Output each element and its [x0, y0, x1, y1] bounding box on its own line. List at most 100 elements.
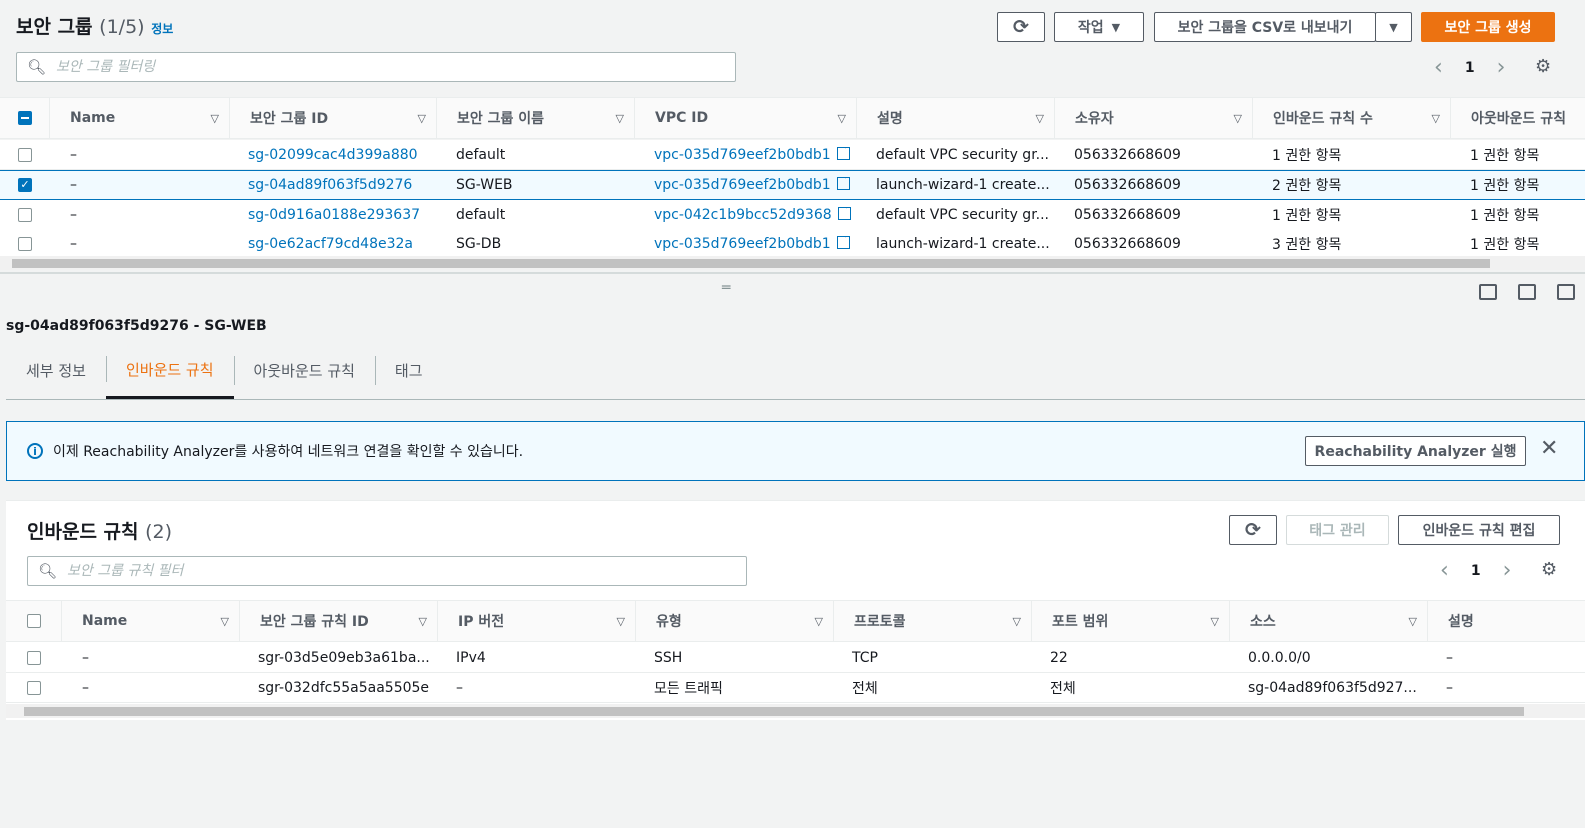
- search-input[interactable]: [56, 59, 694, 75]
- table-row[interactable]: – sg-02099cac4d399a880 default vpc-035d7…: [0, 140, 1585, 170]
- refresh-button[interactable]: ⟳: [997, 12, 1045, 42]
- settings-gear-icon[interactable]: ⚙: [1535, 56, 1551, 77]
- cell-sg-id-link[interactable]: sg-0d916a0188e293637: [228, 207, 436, 223]
- table-row[interactable]: – sg-0d916a0188e293637 default vpc-042c1…: [0, 200, 1585, 230]
- cell-name: –: [82, 679, 89, 696]
- cell-vpc-link[interactable]: vpc-035d769eef2b0bdb1: [634, 235, 856, 252]
- close-icon[interactable]: ✕: [1540, 436, 1558, 461]
- sg-table-horizontal-scrollbar[interactable]: [0, 256, 1585, 270]
- row-checkbox[interactable]: [27, 650, 41, 665]
- col-label: Name: [70, 110, 116, 126]
- row-select-cell: [0, 207, 50, 222]
- tab-details[interactable]: 세부 정보: [6, 342, 106, 399]
- scrollbar-thumb[interactable]: [24, 707, 1524, 716]
- table-row[interactable]: – sgr-03d5e09eb3a61ba... IPv4 SSH TCP 22…: [6, 643, 1585, 673]
- create-security-group-button[interactable]: 보안 그룹 생성: [1421, 12, 1555, 42]
- cell-type: SSH: [654, 649, 683, 666]
- col-port-range[interactable]: 포트 범위 ▽: [1032, 601, 1230, 641]
- reachability-analyzer-button[interactable]: Reachability Analyzer 실행: [1305, 436, 1526, 466]
- sort-icon: ▽: [417, 111, 426, 125]
- external-link-icon: [836, 235, 852, 249]
- export-csv-button[interactable]: 보안 그룹을 CSV로 내보내기: [1154, 12, 1376, 42]
- col-ip-version[interactable]: IP 버전 ▽: [438, 601, 636, 641]
- row-checkbox[interactable]: [18, 236, 32, 251]
- col-rule-id[interactable]: 보안 그룹 규칙 ID ▽: [240, 601, 438, 641]
- cell-port-range: 전체: [1050, 680, 1076, 697]
- settings-gear-icon[interactable]: ⚙: [1541, 559, 1557, 580]
- cell-sg-id-link[interactable]: sg-0e62acf79cd48e32a: [228, 236, 436, 252]
- page-title-text: 보안 그룹: [16, 16, 93, 38]
- col-name[interactable]: Name ▽: [50, 98, 230, 138]
- cell-sg-id-link[interactable]: sg-04ad89f063f5d9276: [228, 177, 436, 193]
- manage-tags-button[interactable]: 태그 관리: [1286, 515, 1389, 545]
- select-all-checkbox[interactable]: [26, 614, 41, 628]
- prev-page-icon[interactable]: ‹: [1440, 558, 1449, 583]
- panel-hide-icon[interactable]: [1557, 284, 1575, 300]
- col-inbound-count[interactable]: 인바운드 규칙 수 ▽: [1253, 98, 1451, 138]
- edit-inbound-rules-button[interactable]: 인바운드 규칙 편집: [1398, 515, 1560, 545]
- cell-outbound: 1 권한 항목: [1470, 207, 1540, 224]
- row-checkbox[interactable]: [18, 147, 32, 162]
- col-type[interactable]: 유형 ▽: [636, 601, 834, 641]
- table-row[interactable]: – sgr-032dfc55a5aa5505e – 모든 트래픽 전체 전체 s…: [6, 673, 1585, 703]
- select-all-checkbox[interactable]: [17, 111, 32, 125]
- next-page-icon[interactable]: ›: [1503, 558, 1512, 583]
- vpc-id-text: vpc-035d769eef2b0bdb1: [654, 177, 831, 193]
- col-protocol[interactable]: 프로토콜 ▽: [834, 601, 1032, 641]
- col-description[interactable]: 설명 ▽: [857, 98, 1055, 138]
- col-label: Name: [82, 613, 128, 629]
- prev-page-icon[interactable]: ‹: [1434, 55, 1443, 80]
- alert-message: 이제 Reachability Analyzer를 사용하여 네트워크 연결을 …: [53, 444, 524, 460]
- cell-name: –: [82, 649, 89, 666]
- col-outbound-count[interactable]: 아웃바운드 규칙: [1451, 98, 1585, 138]
- rules-search[interactable]: 🔍︎: [27, 556, 747, 586]
- row-checkbox[interactable]: [27, 680, 41, 695]
- resize-handle-icon[interactable]: ═: [722, 280, 730, 296]
- security-group-search[interactable]: 🔍︎: [16, 52, 736, 82]
- cell-vpc-link[interactable]: vpc-035d769eef2b0bdb1: [634, 146, 856, 163]
- export-dropdown-button[interactable]: ▼: [1375, 12, 1412, 42]
- row-checkbox[interactable]: [18, 207, 32, 222]
- cell-sg-name: SG-DB: [456, 235, 502, 252]
- cell-vpc-link[interactable]: vpc-042c1b9bcc52d9368: [634, 206, 856, 223]
- tab-outbound-rules[interactable]: 아웃바운드 규칙: [233, 342, 375, 399]
- rules-table-header: Name ▽ 보안 그룹 규칙 ID ▽ IP 버전 ▽ 유형 ▽ 프로토콜 ▽ 포트 범…: [6, 600, 1585, 642]
- table-row[interactable]: – sg-0e62acf79cd48e32a SG-DB vpc-035d769…: [0, 229, 1585, 259]
- panel-side-icon[interactable]: [1518, 284, 1536, 300]
- next-page-icon[interactable]: ›: [1497, 55, 1506, 80]
- row-checkbox-checked[interactable]: ✓: [18, 178, 32, 192]
- pagination: ‹ 1 ›: [1434, 55, 1505, 80]
- rules-search-input[interactable]: [67, 563, 705, 579]
- cell-vpc-link[interactable]: vpc-035d769eef2b0bdb1: [634, 177, 856, 193]
- cell-ip-version: IPv4: [456, 649, 486, 666]
- col-sg-id[interactable]: 보안 그룹 ID ▽: [230, 98, 437, 138]
- info-icon: i: [27, 443, 43, 459]
- table-row-selected[interactable]: ✓ – sg-04ad89f063f5d9276 SG-WEB vpc-035d…: [0, 170, 1585, 200]
- page-number[interactable]: 1: [1471, 563, 1481, 579]
- actions-button[interactable]: 작업 ▼: [1054, 12, 1144, 42]
- cell-inbound: 3 권한 항목: [1272, 236, 1342, 253]
- info-link[interactable]: 정보: [151, 22, 173, 36]
- external-link-icon: [836, 177, 852, 190]
- manage-tags-label: 태그 관리: [1309, 523, 1366, 539]
- cell-source: 0.0.0.0/0: [1248, 649, 1311, 666]
- col-description[interactable]: 설명: [1428, 601, 1585, 641]
- col-vpc-id[interactable]: VPC ID ▽: [635, 98, 857, 138]
- col-source[interactable]: 소스 ▽: [1230, 601, 1428, 641]
- rules-pagination: ‹ 1 ›: [1440, 558, 1511, 583]
- col-label: 보안 그룹 이름: [457, 111, 545, 127]
- tab-inbound-rules[interactable]: 인바운드 규칙: [105, 342, 234, 399]
- rules-table-horizontal-scrollbar[interactable]: [6, 704, 1585, 718]
- scrollbar-thumb[interactable]: [12, 259, 1490, 268]
- panel-bottom-icon[interactable]: [1479, 284, 1497, 300]
- col-owner[interactable]: 소유자 ▽: [1055, 98, 1253, 138]
- col-name[interactable]: Name ▽: [62, 601, 240, 641]
- col-sg-name[interactable]: 보안 그룹 이름 ▽: [437, 98, 635, 138]
- tab-tags[interactable]: 태그: [374, 342, 443, 399]
- cell-name: –: [70, 206, 77, 223]
- reachability-alert: i 이제 Reachability Analyzer를 사용하여 네트워크 연결…: [6, 421, 1585, 481]
- page-number[interactable]: 1: [1465, 60, 1475, 76]
- inbound-title-text: 인바운드 규칙: [27, 521, 139, 543]
- cell-sg-id-link[interactable]: sg-02099cac4d399a880: [228, 147, 436, 163]
- inbound-refresh-button[interactable]: ⟳: [1229, 515, 1277, 545]
